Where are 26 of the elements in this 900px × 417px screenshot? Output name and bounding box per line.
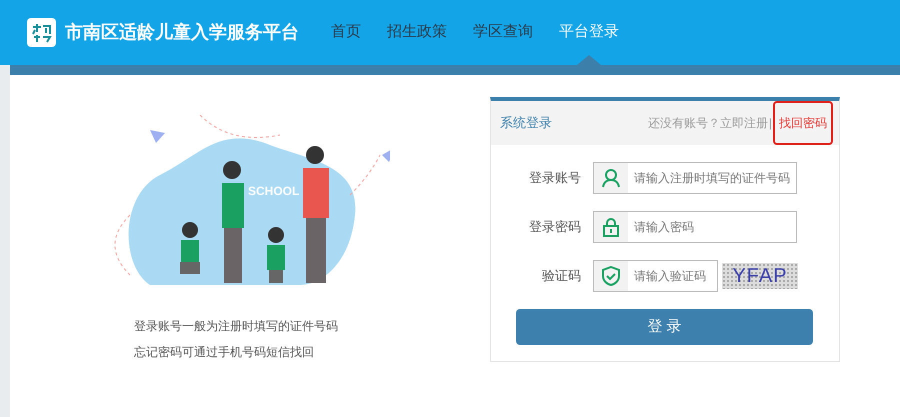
register-link[interactable]: 还没有账号？立即注册 — [648, 114, 768, 132]
recover-password-link[interactable]: 找回密码 — [773, 101, 833, 145]
shield-check-icon — [601, 266, 621, 286]
input-field[interactable]: 请输入注册时填写的证件号码 — [593, 162, 797, 194]
hint-text: 登录账号一般为注册时填写的证件号码 — [134, 318, 338, 335]
text-input[interactable]: 请输入密码 — [628, 212, 796, 242]
field-label: 登录密码 — [528, 218, 582, 236]
panel-title: 系统登录 — [500, 114, 552, 132]
input-field[interactable]: 请输入密码 — [593, 211, 797, 243]
login-button[interactable]: 登 录 — [516, 309, 813, 345]
text-input[interactable]: 请输入注册时填写的证件号码 — [628, 163, 796, 193]
site-title: 市南区适龄儿童入学服务平台 — [65, 21, 299, 44]
hint-text: 忘记密码可通过手机号码短信找回 — [134, 344, 315, 361]
user-icon — [601, 168, 621, 188]
captcha-image[interactable]: YFAP — [722, 263, 798, 289]
field-label: 验证码 — [541, 267, 582, 286]
nav-link[interactable]: 招生政策 — [387, 13, 447, 52]
field-label: 登录账号 — [528, 169, 582, 188]
nav-link[interactable]: 学区查询 — [473, 13, 533, 52]
separator: | — [768, 115, 772, 132]
school-label: SCHOOL — [248, 184, 300, 198]
lock-icon — [601, 217, 621, 237]
input-field[interactable]: 请输入验证码 — [593, 260, 718, 292]
text-input[interactable]: 请输入验证码 — [628, 261, 717, 291]
logo-icon — [27, 18, 56, 47]
nav-link[interactable]: 首页 — [331, 13, 361, 52]
